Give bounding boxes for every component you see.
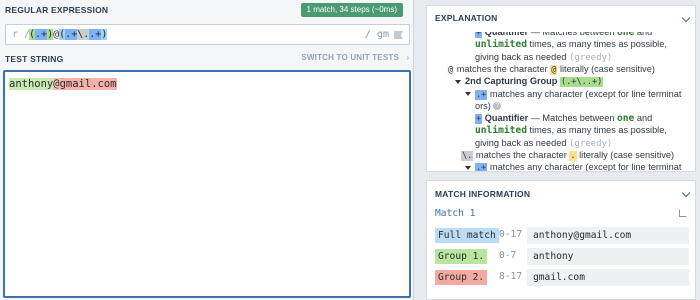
regex-flags-button[interactable]: / gm <box>365 29 389 40</box>
chevron-down-icon[interactable] <box>681 13 691 23</box>
match-value[interactable]: anthony <box>527 248 689 265</box>
explanation-line: .+ matches any character (except for lin… <box>465 88 681 101</box>
match-row: Group 2. 8-17 gmail.com <box>435 269 689 286</box>
match-information-panel: MATCH INFORMATION Match 1 Full match 0-17… <box>426 180 696 300</box>
explanation-tree: + Quantifier — Matches between one and un… <box>427 32 695 171</box>
match-group-tag: Group 2. <box>435 270 488 285</box>
chevron-down-icon[interactable] <box>681 188 691 198</box>
match-highlight: @ <box>53 78 60 90</box>
explanation-line: unlimited times, as many times as possib… <box>475 39 667 51</box>
match-row: Full match 0-17 anthony@gmail.com <box>435 227 689 244</box>
test-string-title: TEST STRING <box>5 54 64 64</box>
share-icon[interactable] <box>679 209 687 217</box>
match-status-badge: 1 match, 34 steps (~0ms) <box>300 3 403 17</box>
regex-token: .+ <box>65 29 78 40</box>
match-value[interactable]: gmail.com <box>527 269 689 286</box>
match-row: Group 1. 0-7 anthony <box>435 248 689 265</box>
regex-token: .+ <box>89 29 102 40</box>
match-value[interactable]: anthony@gmail.com <box>527 227 689 244</box>
match-highlight: gmail.com <box>59 78 117 90</box>
regex-token: ) <box>101 29 108 40</box>
switch-to-unit-tests-link[interactable]: SWITCH TO UNIT TESTS <box>301 53 399 62</box>
explanation-line: giving back as needed (greedy) <box>475 137 613 149</box>
regex-delimiter-prefix: r / <box>12 29 31 40</box>
explanation-title[interactable]: EXPLANATION <box>435 13 498 23</box>
match-information-title[interactable]: MATCH INFORMATION <box>435 189 530 199</box>
explanation-panel: EXPLANATION + Quantifier — Matches betwe… <box>426 5 696 172</box>
match-highlight: anthony <box>9 78 54 90</box>
explanation-line: + Quantifier — Matches between one and <box>475 113 653 125</box>
match-group-tag: Full match <box>435 228 499 243</box>
test-string-textarea[interactable]: anthony@gmail.com <box>3 70 411 298</box>
regex-input[interactable]: r / (.+)@(.+\..+) / gm <box>5 24 410 45</box>
explanation-line: ors) ? <box>475 100 502 112</box>
regex-editor-pane: REGULAR EXPRESSION 1 match, 34 steps (~0… <box>0 0 414 300</box>
regex-pattern-text[interactable]: (.+)@(.+\..+) <box>29 28 108 41</box>
explanation-line: .+ matches any character (except for lin… <box>465 161 681 171</box>
explanation-line: \. matches the character . literally (ca… <box>461 150 675 161</box>
explanation-line: @ matches the character @ literally (cas… <box>447 63 655 75</box>
flag-icon[interactable] <box>394 31 403 39</box>
explanation-line: 2nd Capturing Group (.+\..+) <box>455 75 604 88</box>
match-range: 0-17 <box>499 229 523 240</box>
chevron-right-icon[interactable]: › <box>406 53 409 62</box>
explanation-line: unlimited times, as many times as possib… <box>475 125 667 137</box>
regex-section-title: REGULAR EXPRESSION <box>5 5 109 15</box>
match-range: 0-7 <box>499 250 517 261</box>
match-label: Match 1 <box>435 208 476 219</box>
sidebar: EXPLANATION + Quantifier — Matches betwe… <box>426 0 700 300</box>
match-group-tag: Group 1. <box>435 249 488 264</box>
test-string-text[interactable]: anthony@gmail.com <box>9 77 117 91</box>
match-range: 8-17 <box>499 271 523 282</box>
regex-token: .+ <box>35 29 48 40</box>
regex-token: \. <box>77 29 90 40</box>
explanation-line: giving back as needed (greedy) <box>475 51 613 63</box>
